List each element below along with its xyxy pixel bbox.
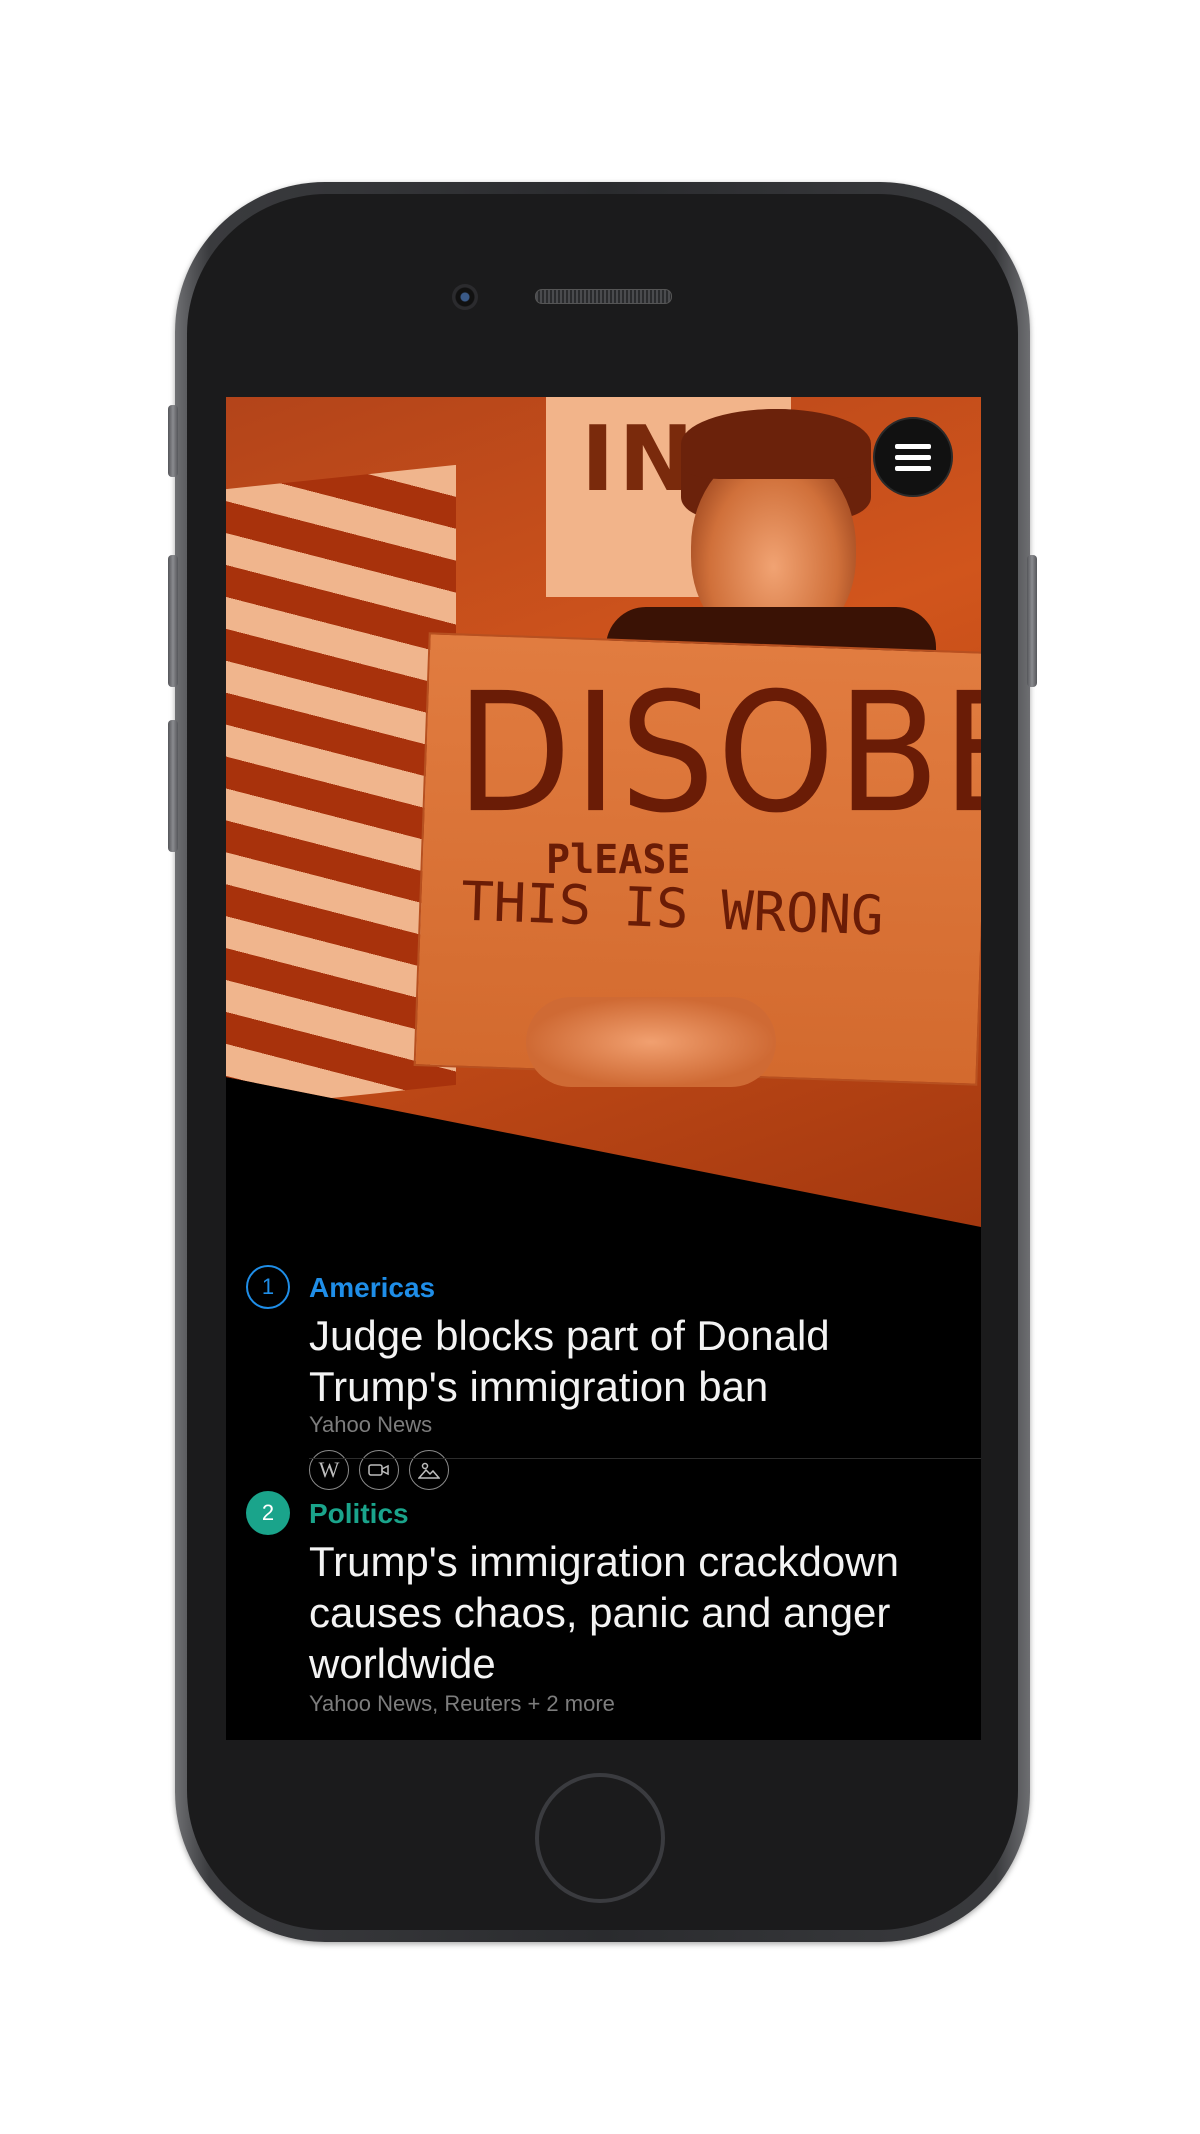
category-label[interactable]: Americas xyxy=(309,1272,435,1304)
media-icons: W xyxy=(309,1450,449,1490)
source-label: Yahoo News xyxy=(309,1412,433,1437)
earpiece-speaker xyxy=(535,289,672,304)
headline[interactable]: Judge blocks part of Donald Trump's immi… xyxy=(309,1310,959,1412)
mute-switch xyxy=(168,405,178,477)
source-label: Yahoo News, Reuters + 2 more xyxy=(309,1691,615,1716)
wikipedia-glyph: W xyxy=(318,1457,340,1482)
hero-image[interactable]: IN DISOBEY PlEASE THIS IS WRONG xyxy=(226,397,981,1227)
protest-sign-main-text: DISOBEY xyxy=(456,658,981,850)
wikipedia-icon[interactable]: W xyxy=(309,1450,349,1490)
front-camera xyxy=(452,284,478,310)
power-button xyxy=(1027,555,1037,687)
story-divider xyxy=(309,1458,981,1459)
home-button[interactable] xyxy=(535,1773,665,1903)
category-label[interactable]: Politics xyxy=(309,1498,409,1530)
beanie-top xyxy=(681,409,871,479)
volume-down-button xyxy=(168,720,178,852)
volume-up-button xyxy=(168,555,178,687)
rank-badge: 2 xyxy=(246,1491,290,1535)
hands xyxy=(526,997,776,1087)
rank-badge: 1 xyxy=(246,1265,290,1309)
hamburger-menu-icon[interactable] xyxy=(873,417,953,497)
image-icon[interactable] xyxy=(409,1450,449,1490)
video-icon[interactable] xyxy=(359,1450,399,1490)
headline[interactable]: Trump's immigration crackdown causes cha… xyxy=(309,1536,959,1689)
app-screen: IN DISOBEY PlEASE THIS IS WRONG 1 Americ… xyxy=(226,397,981,1740)
